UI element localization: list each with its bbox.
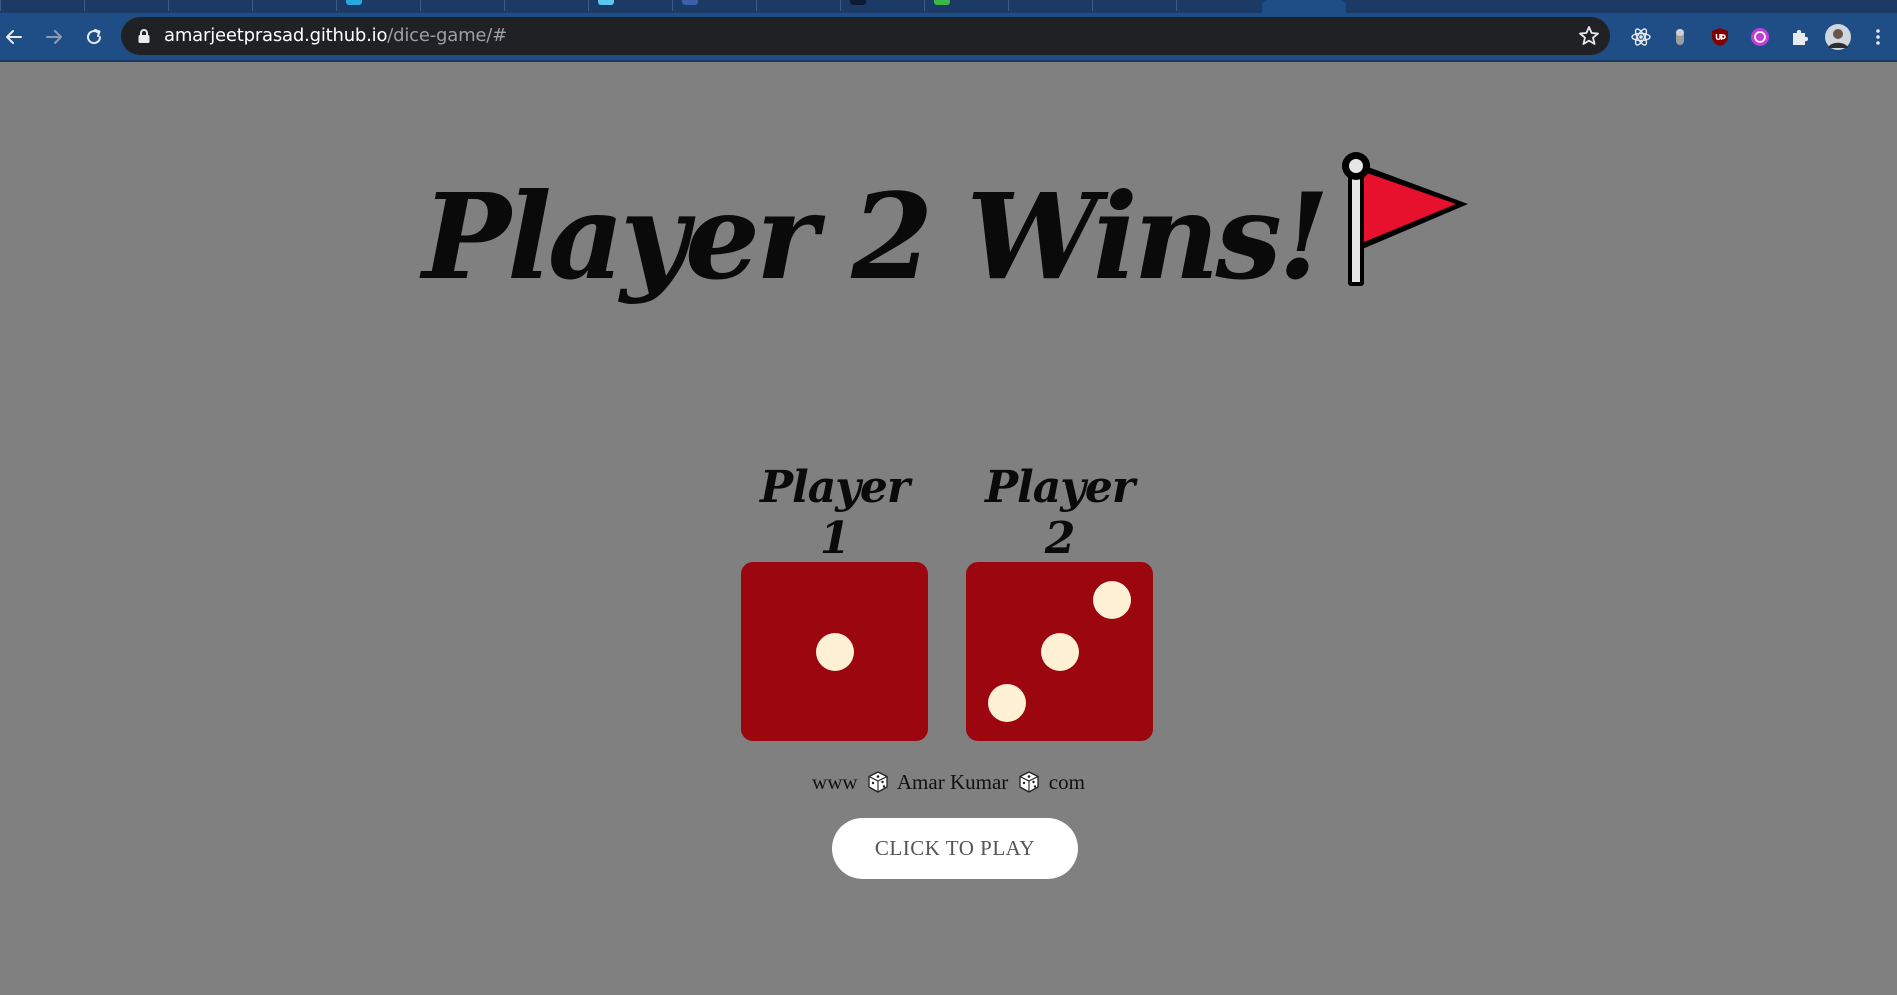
browser-tab[interactable]	[1176, 0, 1261, 11]
game-page: Player 2 Wins! Player 1 Player 2 www Ama…	[0, 62, 1897, 995]
browser-tab[interactable]	[924, 0, 1009, 11]
url-text: amarjeetprasad.github.io/dice-game/#	[164, 17, 507, 55]
browser-tab[interactable]	[1008, 0, 1093, 11]
browser-tab-active[interactable]	[1262, 0, 1346, 13]
bookmark-star-icon[interactable]	[1578, 25, 1600, 47]
browser-toolbar: amarjeetprasad.github.io/dice-game/#	[0, 13, 1897, 62]
profile-avatar-button[interactable]	[1824, 23, 1852, 51]
browser-tab[interactable]	[0, 0, 85, 11]
click-to-play-button[interactable]: CLICK TO PLAY	[832, 818, 1078, 879]
result-headline-text: Player 2 Wins!	[422, 167, 1329, 306]
credit-suffix: com	[1048, 770, 1085, 794]
red-flag-icon	[1340, 152, 1475, 318]
arrow-right-icon	[46, 30, 62, 44]
capsule-extension-button[interactable]	[1666, 23, 1694, 51]
browser-tab-strip	[0, 0, 1897, 13]
browser-tab[interactable]	[840, 0, 925, 11]
browser-tab[interactable]	[420, 0, 505, 11]
browser-tab[interactable]	[168, 0, 253, 11]
address-bar[interactable]: amarjeetprasad.github.io/dice-game/#	[121, 17, 1610, 55]
browser-tab[interactable]	[756, 0, 841, 11]
dice-icon	[1018, 771, 1040, 799]
credit-name: Amar Kumar	[896, 770, 1009, 794]
player-2-label: Player 2	[984, 462, 1135, 564]
credit-line: www Amar Kumar com	[0, 770, 1897, 799]
browser-tab[interactable]	[672, 0, 757, 11]
purple-circle-icon	[1751, 28, 1769, 46]
dice-icon	[867, 771, 889, 799]
arrow-left-icon	[6, 30, 22, 44]
capsule-icon	[1676, 29, 1684, 45]
browser-tab[interactable]	[84, 0, 169, 11]
react-atom-icon	[1631, 28, 1651, 46]
browser-tab[interactable]	[504, 0, 589, 11]
die-pip	[1040, 632, 1079, 671]
credit-prefix: www	[812, 770, 858, 794]
browser-tab[interactable]	[588, 0, 673, 11]
forward-button[interactable]	[40, 23, 68, 51]
browser-tab[interactable]	[336, 0, 421, 11]
reload-icon	[87, 29, 102, 45]
lock-icon	[138, 29, 150, 43]
ublock-extension-button[interactable]	[1706, 23, 1734, 51]
ublock-shield-icon	[1712, 28, 1728, 46]
browser-menu-button[interactable]	[1864, 23, 1892, 51]
back-button[interactable]	[0, 23, 28, 51]
die-pip	[815, 632, 854, 671]
player-1-label: Player 1	[759, 462, 910, 564]
extensions-menu-button[interactable]	[1786, 23, 1814, 51]
result-headline: Player 2 Wins!	[0, 152, 1897, 318]
player-2-die	[966, 562, 1153, 741]
url-host: amarjeetprasad.github.io	[164, 25, 388, 46]
purple-extension-button[interactable]	[1746, 23, 1774, 51]
die-pip	[988, 684, 1027, 723]
die-pip	[1092, 580, 1131, 619]
kebab-menu-icon	[1876, 29, 1880, 45]
player-1-die	[741, 562, 928, 741]
url-path: /dice-game/#	[387, 25, 508, 46]
react-devtools-extension-button[interactable]	[1627, 23, 1655, 51]
avatar	[1825, 24, 1851, 50]
browser-tab[interactable]	[252, 0, 337, 11]
browser-tab[interactable]	[1092, 0, 1177, 11]
puzzle-piece-icon	[1793, 29, 1809, 45]
reload-button[interactable]	[80, 23, 108, 51]
